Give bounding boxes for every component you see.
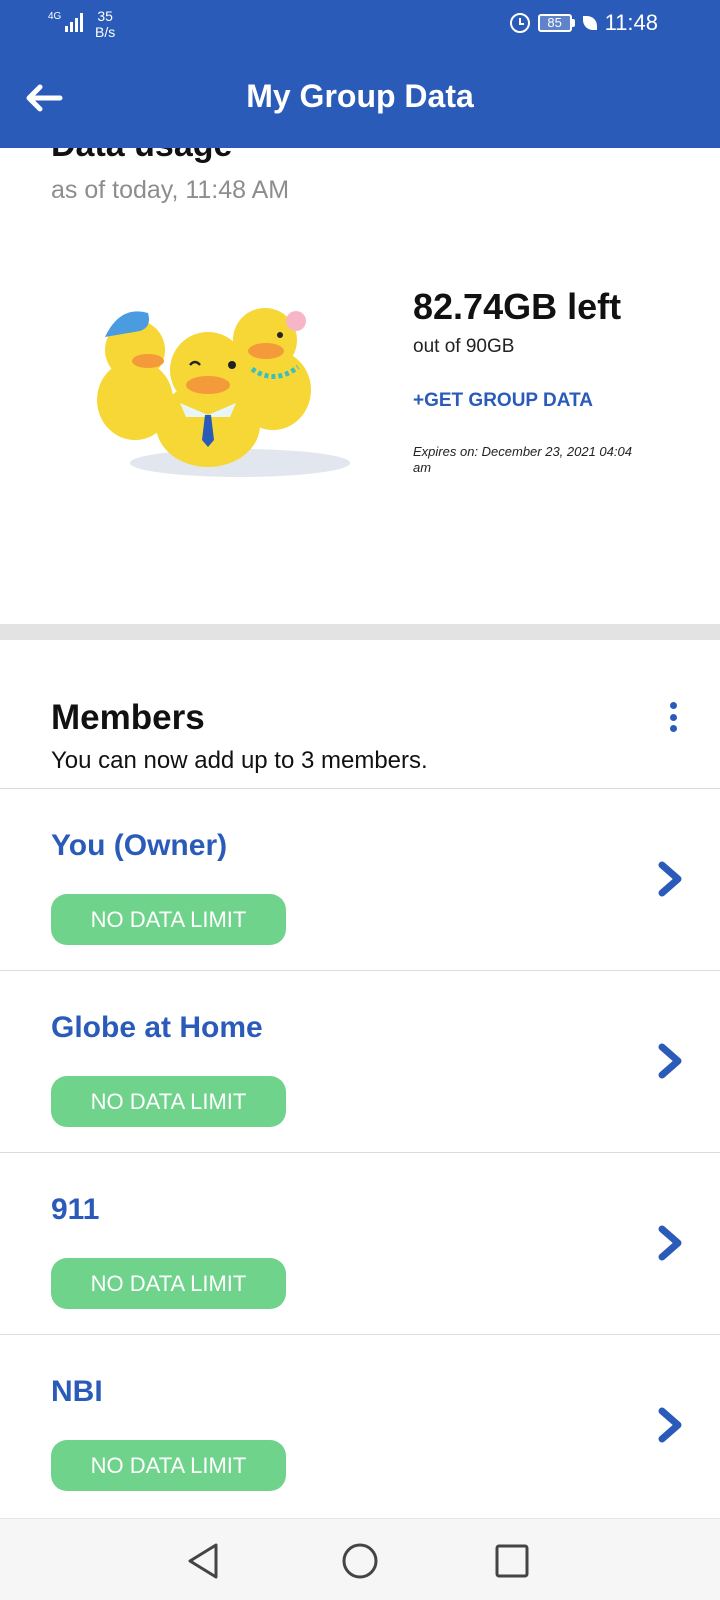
system-nav-bar <box>0 1518 720 1600</box>
data-remaining: 82.74GB left <box>413 286 622 327</box>
members-subtitle: You can now add up to 3 members. <box>51 747 428 774</box>
more-vert-icon <box>669 702 677 709</box>
data-limit-badge: NO DATA LIMIT <box>51 894 286 945</box>
battery-icon: 85 <box>537 14 575 32</box>
status-bar: 4G 35 B/s 85 11:48 <box>0 0 720 48</box>
data-limit-badge: NO DATA LIMIT <box>51 1258 286 1309</box>
member-name: 911 <box>51 1193 100 1226</box>
member-row[interactable]: Globe at Home NO DATA LIMIT <box>0 970 720 1152</box>
back-triangle-icon[interactable] <box>182 1539 226 1583</box>
network-speed-value: 35 <box>97 8 113 24</box>
app-bar: My Group Data <box>0 48 720 148</box>
signal-indicator: 4G <box>48 11 84 32</box>
signal-icon <box>65 12 84 32</box>
member-row[interactable]: 911 NO DATA LIMIT <box>0 1152 720 1334</box>
member-row[interactable]: You (Owner) NO DATA LIMIT <box>0 788 720 970</box>
chevron-right-icon <box>658 861 682 897</box>
member-name: NBI <box>51 1375 103 1408</box>
data-total: out of 90GB <box>413 336 515 357</box>
top-bar: 4G 35 B/s 85 11:48 My Group Data <box>0 0 720 148</box>
data-usage-timestamp: as of today, 11:48 AM <box>51 176 290 204</box>
network-type: 4G <box>48 11 62 22</box>
data-limit-badge: NO DATA LIMIT <box>51 1076 286 1127</box>
alarm-icon <box>509 13 530 33</box>
member-name: You (Owner) <box>51 829 228 862</box>
members-heading: Members <box>51 698 205 737</box>
section-divider <box>0 624 720 640</box>
duck-family-illustration <box>97 308 350 477</box>
member-row[interactable]: NBI NO DATA LIMIT <box>0 1334 720 1516</box>
chevron-right-icon <box>658 1407 682 1443</box>
status-clock: 11:48 <box>604 10 658 35</box>
get-group-data-link[interactable]: +GET GROUP DATA <box>413 390 593 412</box>
data-limit-badge: NO DATA LIMIT <box>51 1440 286 1491</box>
recents-square-icon[interactable] <box>490 1539 534 1583</box>
network-speed-unit: B/s <box>95 24 116 40</box>
member-name: Globe at Home <box>51 1011 263 1044</box>
member-list: You (Owner) NO DATA LIMIT Globe at Home … <box>0 788 720 1516</box>
members-menu-button[interactable] <box>660 700 686 734</box>
status-right: 85 11:48 <box>509 10 658 36</box>
home-circle-icon[interactable] <box>338 1539 382 1583</box>
network-speed: 35 B/s <box>95 8 115 40</box>
battery-level: 85 <box>537 14 572 32</box>
chevron-right-icon <box>658 1043 682 1079</box>
expiry-date: Expires on: December 23, 2021 04:04 am <box>413 444 632 475</box>
chevron-right-icon <box>658 1225 682 1261</box>
page-title: My Group Data <box>246 78 474 114</box>
power-saving-icon <box>582 16 597 30</box>
